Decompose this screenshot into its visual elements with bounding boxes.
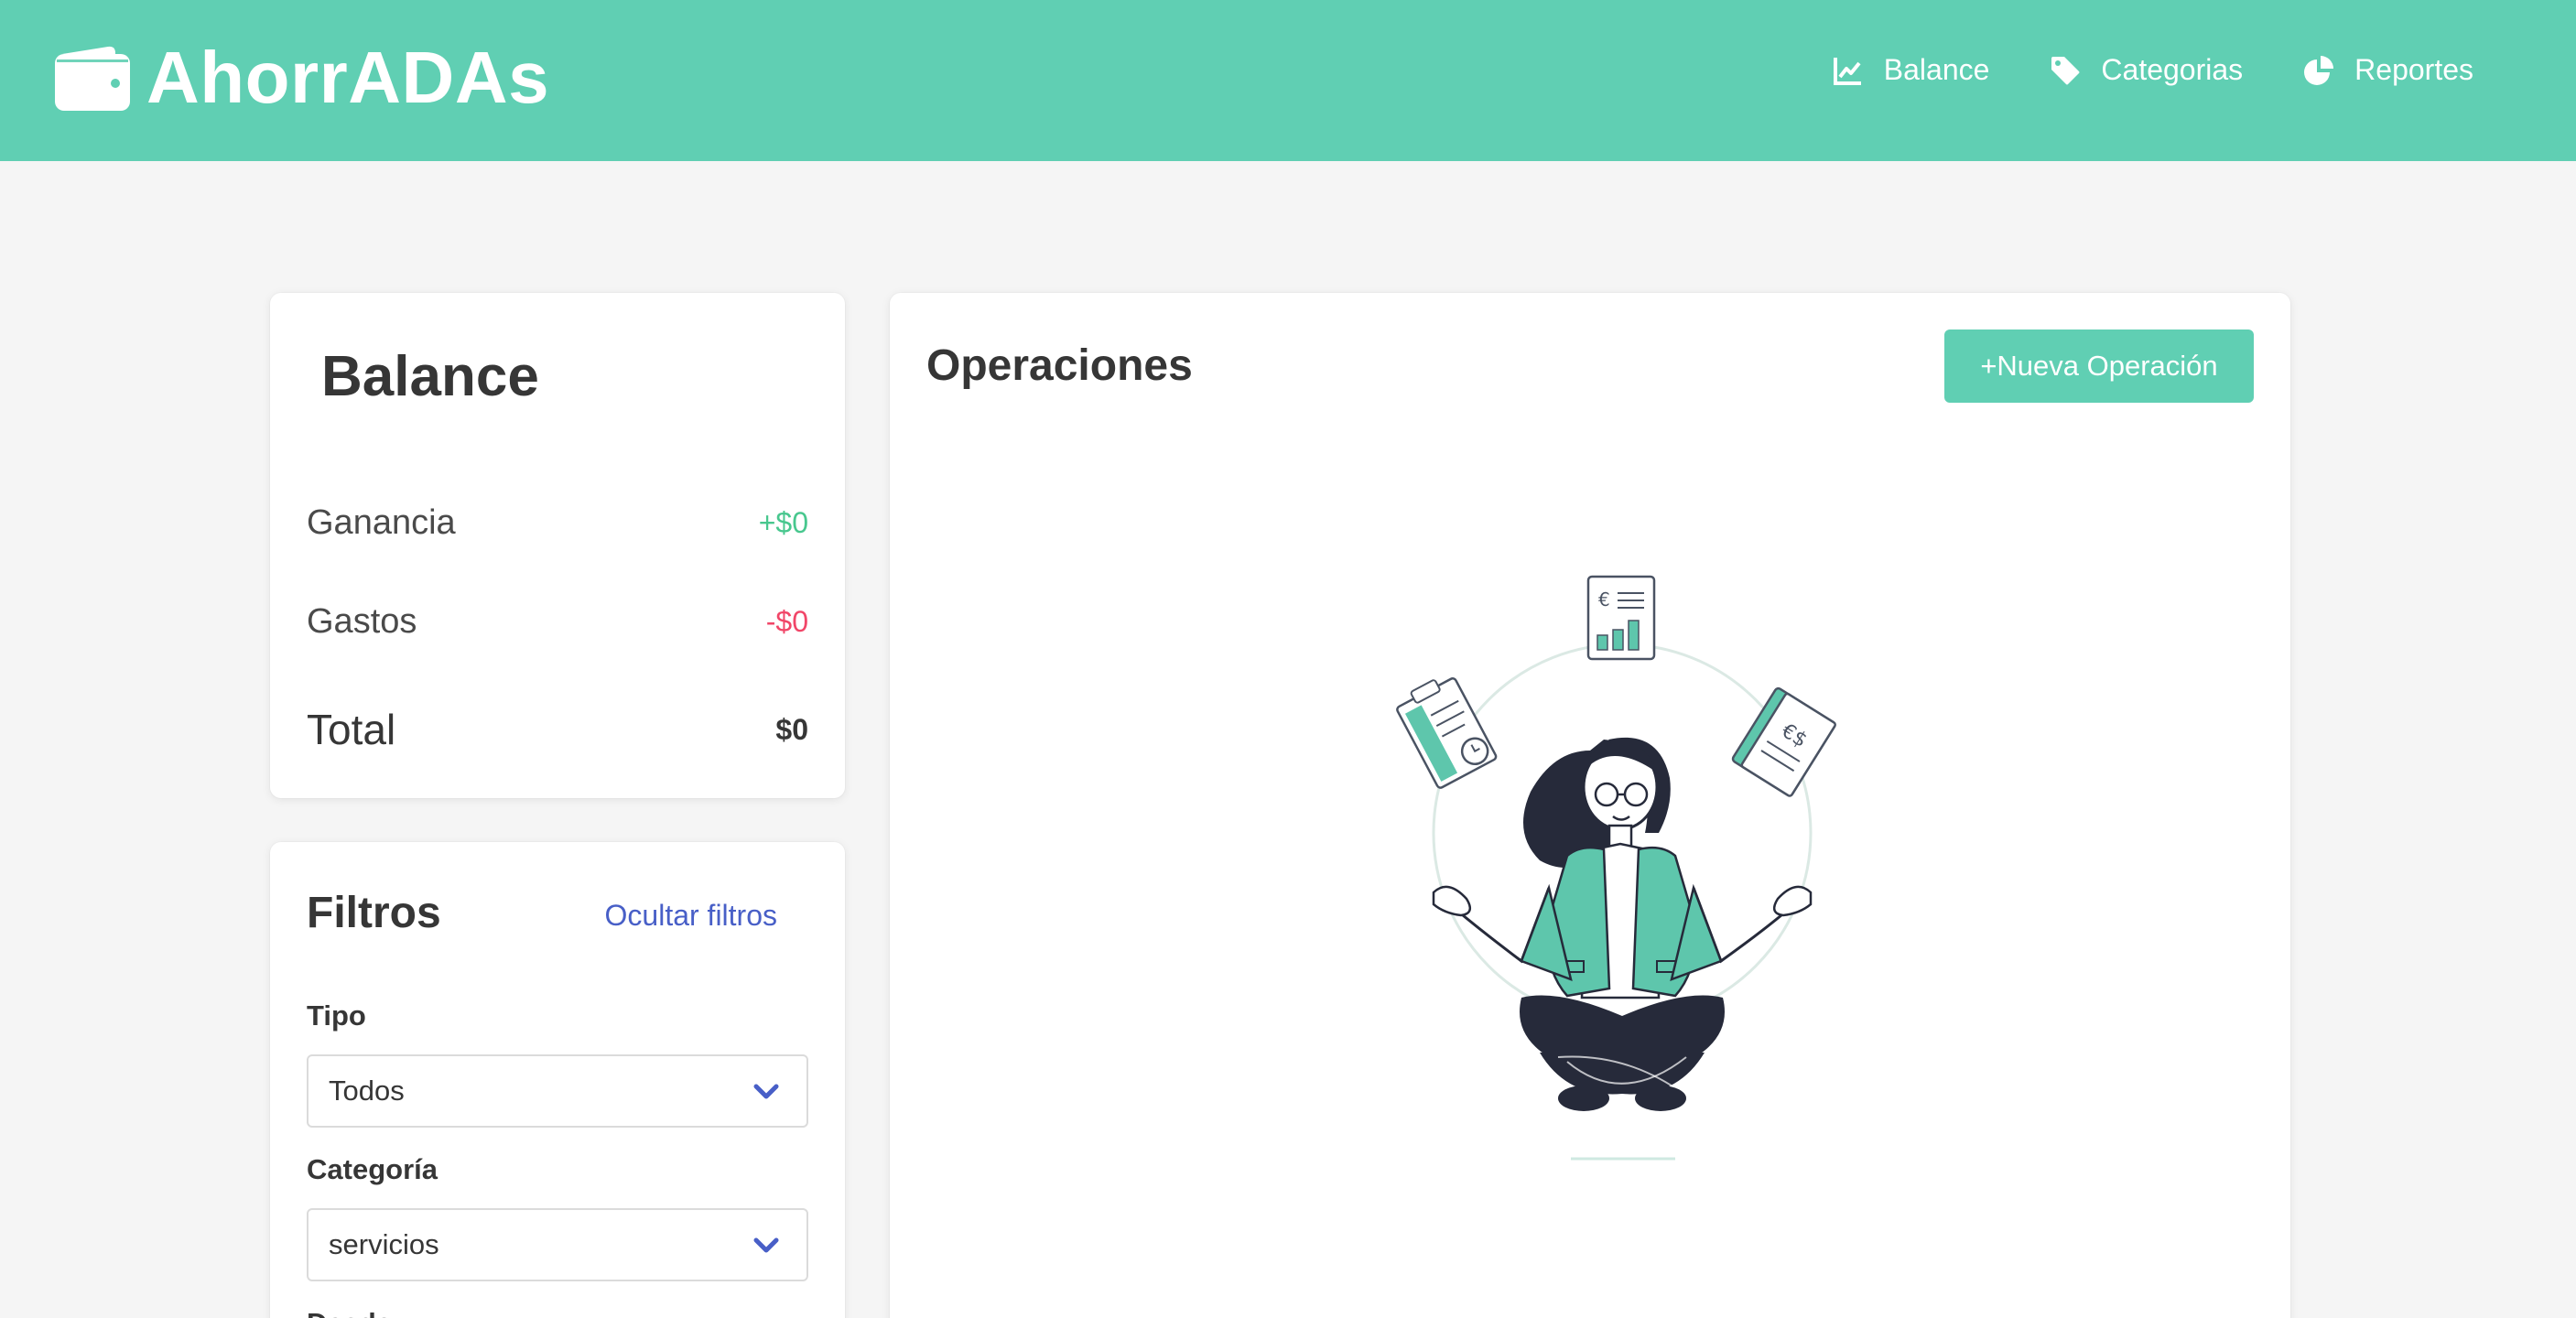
finance-book-icon: €$ bbox=[1731, 686, 1836, 797]
spend-value: -$0 bbox=[765, 605, 808, 638]
balance-row-spend: Gastos -$0 bbox=[307, 602, 808, 642]
balance-title: Balance bbox=[321, 345, 539, 408]
nav-reportes-label: Reportes bbox=[2354, 53, 2473, 86]
category-filter-value: servicios bbox=[329, 1228, 439, 1260]
main-nav: Balance Categorias Reportes bbox=[1772, 53, 2473, 87]
operations-card: Operaciones +Nueva Operación € €$ bbox=[890, 293, 2290, 1318]
chevron-down-icon bbox=[753, 1084, 779, 1099]
spend-label: Gastos bbox=[307, 602, 417, 641]
wallet-icon bbox=[55, 46, 130, 111]
balance-row-total: Total $0 bbox=[307, 705, 808, 754]
nav-balance-label: Balance bbox=[1883, 53, 1990, 86]
type-filter-value: Todos bbox=[329, 1075, 405, 1107]
nav-reportes[interactable]: Reportes bbox=[2303, 53, 2473, 87]
nav-categorias[interactable]: Categorias bbox=[2050, 53, 2243, 87]
hide-filters-link[interactable]: Ocultar filtros bbox=[605, 899, 777, 933]
balance-card: Balance Ganancia +$0 Gastos -$0 Total $0 bbox=[270, 293, 845, 798]
clipboard-icon bbox=[1396, 677, 1498, 789]
category-filter-label: Categoría bbox=[307, 1153, 438, 1185]
chart-line-icon bbox=[1833, 57, 1861, 85]
gain-value: +$0 bbox=[758, 506, 808, 539]
pie-chart-icon bbox=[2304, 55, 2334, 85]
filters-title: Filtros bbox=[307, 889, 441, 937]
filters-card: Filtros Ocultar filtros Tipo Todos Categ… bbox=[270, 842, 845, 1318]
brand-title: AhorrADAs bbox=[146, 37, 550, 118]
total-label: Total bbox=[307, 706, 396, 753]
gain-label: Ganancia bbox=[307, 503, 456, 542]
new-operation-button[interactable]: +Nueva Operación bbox=[1944, 330, 2254, 403]
operations-title: Operaciones bbox=[926, 341, 1193, 390]
total-value: $0 bbox=[775, 712, 808, 746]
balance-row-gain: Ganancia +$0 bbox=[307, 503, 808, 543]
empty-operations-illustration: € €$ bbox=[1396, 575, 1836, 1161]
top-navbar: AhorrADAs Balance Categorias Reportes bbox=[0, 0, 2576, 161]
report-document-icon: € bbox=[1586, 575, 1656, 661]
type-filter-select[interactable]: Todos bbox=[307, 1054, 808, 1128]
from-date-filter-label: Desde bbox=[307, 1307, 392, 1318]
tag-icon bbox=[2051, 56, 2080, 84]
category-filter-select[interactable]: servicios bbox=[307, 1208, 808, 1281]
chevron-down-icon bbox=[753, 1237, 779, 1253]
brand[interactable]: AhorrADAs bbox=[55, 37, 549, 119]
svg-text:€: € bbox=[1598, 589, 1610, 610]
type-filter-label: Tipo bbox=[307, 999, 366, 1032]
nav-categorias-label: Categorias bbox=[2101, 53, 2244, 86]
nav-balance[interactable]: Balance bbox=[1833, 53, 1990, 87]
